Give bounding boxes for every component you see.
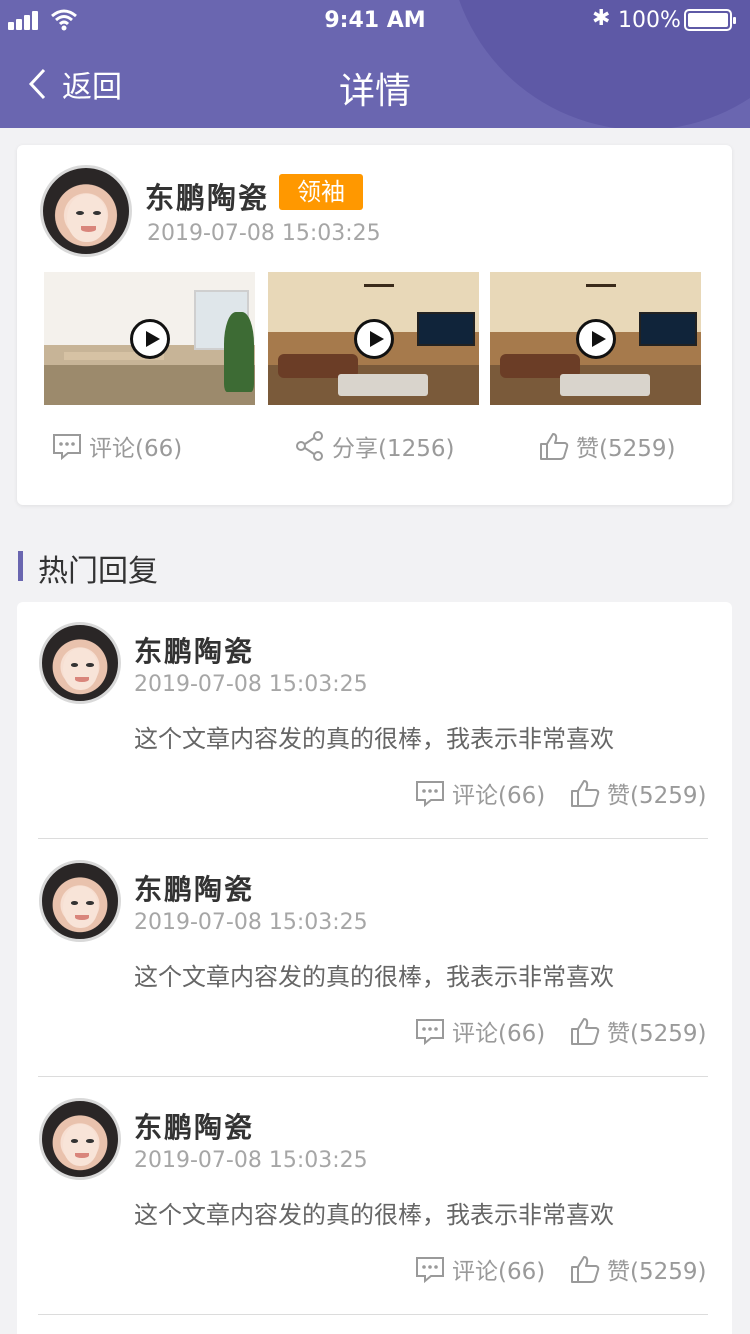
play-icon (129, 318, 170, 359)
video-thumbnail-2[interactable] (268, 272, 479, 405)
video-thumbnail-3[interactable] (490, 272, 701, 405)
thumbs-up-icon (571, 1256, 600, 1283)
comment-icon (416, 1019, 444, 1046)
reply-author: 东鹏陶瓷 (134, 1111, 255, 1144)
comment-icon (416, 1257, 444, 1284)
comment-count: 评论(66) (89, 436, 183, 462)
reply-item: 东鹏陶瓷 2019-07-08 15:03:25 这个文章内容发的真的很棒，我表… (17, 602, 732, 840)
reply-comment-count: 评论(66) (452, 1021, 546, 1047)
reply-time: 2019-07-08 15:03:25 (134, 672, 368, 697)
reply-like-count: 赞(5259) (607, 783, 707, 809)
divider (38, 838, 708, 839)
avatar[interactable] (39, 860, 121, 942)
reply-time: 2019-07-08 15:03:25 (134, 1148, 368, 1173)
reply-author: 东鹏陶瓷 (134, 873, 255, 906)
thumbs-up-icon (571, 1018, 600, 1045)
video-thumbnail-1[interactable] (44, 272, 255, 405)
avatar[interactable] (39, 622, 121, 704)
like-button[interactable]: 赞(5259) (538, 429, 675, 463)
reply-like-button[interactable]: 赞(5259) (569, 1252, 706, 1286)
thumbs-up-icon (540, 433, 569, 460)
post-time: 2019-07-08 15:03:25 (147, 221, 381, 246)
battery-icon (684, 9, 736, 31)
battery-percent: 100% (618, 8, 681, 33)
reply-like-count: 赞(5259) (607, 1259, 707, 1285)
reply-like-count: 赞(5259) (607, 1021, 707, 1047)
bluetooth-icon: ✱ (592, 6, 611, 31)
reply-comment-button[interactable]: 评论(66) (414, 1252, 545, 1286)
section-title: 热门回复 (38, 554, 158, 589)
post-card: 东鹏陶瓷 领袖 2019-07-08 15:03:25 评论(66) 分享(12… (17, 145, 732, 505)
reply-item: 东鹏陶瓷 2019-07-08 15:03:25 这个文章内容发的真的很棒，我表… (17, 1078, 732, 1316)
share-icon (296, 431, 323, 461)
reply-comment-count: 评论(66) (452, 783, 546, 809)
reply-text: 这个文章内容发的真的很棒，我表示非常喜欢 (134, 963, 614, 991)
divider (38, 1076, 708, 1077)
reply-like-button[interactable]: 赞(5259) (569, 1014, 706, 1048)
header-bar: 9:41 AM ✱ 100% 返回 详情 (0, 0, 750, 128)
author-badge: 领袖 (279, 174, 363, 210)
post-author: 东鹏陶瓷 (145, 181, 270, 215)
reply-author: 东鹏陶瓷 (134, 635, 255, 668)
avatar[interactable] (39, 1098, 121, 1180)
reply-comment-button[interactable]: 评论(66) (414, 776, 545, 810)
like-count: 赞(5259) (576, 436, 676, 462)
thumbs-up-icon (571, 780, 600, 807)
reply-item: 东鹏陶瓷 2019-07-08 15:03:25 这个文章内容发的真的很棒，我表… (17, 840, 732, 1078)
reply-text: 这个文章内容发的真的很棒，我表示非常喜欢 (134, 1201, 614, 1229)
comment-icon (416, 781, 444, 808)
page-title: 详情 (338, 71, 411, 112)
reply-list: 东鹏陶瓷 2019-07-08 15:03:25 这个文章内容发的真的很棒，我表… (17, 602, 732, 1334)
share-count: 分享(1256) (332, 436, 455, 462)
reply-comment-count: 评论(66) (452, 1259, 546, 1285)
reply-like-button[interactable]: 赞(5259) (569, 776, 706, 810)
avatar[interactable] (40, 165, 132, 257)
comment-icon (53, 434, 81, 461)
comment-button[interactable]: 评论(66) (51, 429, 182, 463)
reply-time: 2019-07-08 15:03:25 (134, 910, 368, 935)
section-accent-bar (18, 551, 23, 581)
reply-text: 这个文章内容发的真的很棒，我表示非常喜欢 (134, 725, 614, 753)
share-button[interactable]: 分享(1256) (294, 429, 454, 463)
divider (38, 1314, 708, 1315)
play-icon (575, 318, 616, 359)
play-icon (353, 318, 394, 359)
reply-comment-button[interactable]: 评论(66) (414, 1014, 545, 1048)
status-bar: 9:41 AM ✱ 100% (0, 0, 750, 40)
